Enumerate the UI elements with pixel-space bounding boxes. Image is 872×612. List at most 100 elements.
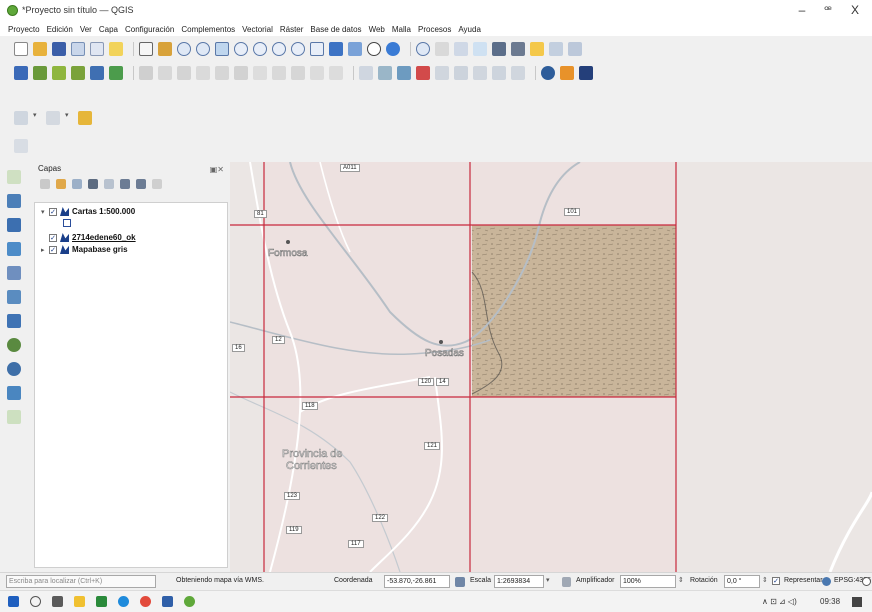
python-console-icon[interactable] xyxy=(560,66,574,80)
field-calculator-icon[interactable] xyxy=(454,42,468,56)
lock-scale-icon[interactable] xyxy=(562,577,571,587)
locator-search-input[interactable]: Escriba para localizar (Ctrl+K) xyxy=(6,575,156,588)
undo-icon[interactable] xyxy=(310,66,324,80)
map-svg[interactable] xyxy=(230,162,872,572)
coordinate-field[interactable]: -53.870,-26.861 xyxy=(384,575,450,588)
manage-map-themes-icon[interactable] xyxy=(72,179,82,189)
style-manager-icon[interactable] xyxy=(109,42,123,56)
filter-expression-icon[interactable] xyxy=(104,179,114,189)
crs-globe-icon[interactable] xyxy=(822,577,831,586)
toggle-editing-icon[interactable] xyxy=(158,66,172,80)
new-bookmark-icon[interactable] xyxy=(549,42,563,56)
clock[interactable]: 09:38 xyxy=(820,597,840,606)
close-button[interactable]: X xyxy=(845,3,865,17)
highlight-labels-icon[interactable] xyxy=(416,66,430,80)
map-tips-icon[interactable] xyxy=(530,42,544,56)
copy-features-icon[interactable] xyxy=(272,66,286,80)
zoom-native-icon[interactable] xyxy=(291,42,305,56)
zoom-in-icon[interactable] xyxy=(177,42,191,56)
save-project-icon[interactable] xyxy=(52,42,66,56)
menu-capa[interactable]: Capa xyxy=(99,25,118,34)
expand-all-icon[interactable] xyxy=(120,179,130,189)
menu-configuracion[interactable]: Configuración xyxy=(125,25,174,34)
add-vector-layer-icon[interactable] xyxy=(52,66,66,80)
data-source-manager-icon[interactable] xyxy=(14,66,28,80)
add-raster-layer-icon[interactable] xyxy=(7,194,21,208)
expand-arrow-icon[interactable]: ▾ xyxy=(41,208,49,216)
scale-dropdown-icon[interactable]: ▾ xyxy=(546,576,550,584)
filter-legend-icon[interactable] xyxy=(88,179,98,189)
rotation-field[interactable]: 0,0 ° xyxy=(724,575,760,588)
add-raster-layer-icon[interactable] xyxy=(71,66,85,80)
layer-item-mapabase[interactable]: ▸ ✓ Mapabase gris xyxy=(41,245,128,254)
add-wms-layer-icon[interactable] xyxy=(109,66,123,80)
system-tray[interactable]: ∧ ⊡ ⊿ ◁) xyxy=(762,597,797,606)
zoom-next-icon[interactable] xyxy=(329,42,343,56)
label-tool-icon[interactable] xyxy=(359,66,373,80)
zoom-full-icon[interactable] xyxy=(234,42,248,56)
measure-icon[interactable] xyxy=(511,42,525,56)
magnifier-field[interactable]: 100% xyxy=(620,575,676,588)
layer-checkbox[interactable]: ✓ xyxy=(49,207,57,216)
zoom-out-icon[interactable] xyxy=(196,42,210,56)
menu-edicion[interactable]: Edición xyxy=(47,25,73,34)
scale-field[interactable]: 1:2693834 xyxy=(494,575,544,588)
menu-malla[interactable]: Malla xyxy=(392,25,411,34)
map-canvas[interactable]: Formosa Posadas Provincia de Corrientes … xyxy=(230,162,872,572)
add-wfs-icon[interactable] xyxy=(7,386,21,400)
add-delimited-text-icon[interactable] xyxy=(7,242,21,256)
magnifier-spin-icon[interactable]: ⇕ xyxy=(678,576,684,584)
search-icon[interactable] xyxy=(30,596,41,607)
store-icon[interactable] xyxy=(96,596,107,607)
menu-proyecto[interactable]: Proyecto xyxy=(8,25,40,34)
menu-base-de-datos[interactable]: Base de datos xyxy=(310,25,361,34)
digitize-icon[interactable] xyxy=(196,66,210,80)
annotation-icon[interactable] xyxy=(568,42,582,56)
menu-ayuda[interactable]: Ayuda xyxy=(458,25,481,34)
new-geopackage-layer-icon[interactable] xyxy=(33,66,47,80)
toggle-extents-icon[interactable] xyxy=(455,577,465,587)
zoom-to-selection-icon[interactable] xyxy=(253,42,267,56)
menu-procesos[interactable]: Procesos xyxy=(418,25,451,34)
georeferencer-icon[interactable] xyxy=(46,111,60,125)
statistical-summary-icon[interactable] xyxy=(492,42,506,56)
layer-checkbox[interactable]: ✓ xyxy=(49,245,57,254)
open-attribute-table-icon[interactable] xyxy=(435,42,449,56)
new-project-icon[interactable] xyxy=(14,42,28,56)
delete-selected-icon[interactable] xyxy=(234,66,248,80)
menu-web[interactable]: Web xyxy=(369,25,385,34)
show-hide-labels-icon[interactable] xyxy=(492,66,506,80)
temporal-controller-icon[interactable] xyxy=(367,42,381,56)
chrome-icon[interactable] xyxy=(140,596,151,607)
pan-map-icon[interactable] xyxy=(139,42,153,56)
move-label-icon[interactable] xyxy=(435,66,449,80)
expand-arrow-icon[interactable]: ▸ xyxy=(41,246,49,254)
add-wcs-icon[interactable] xyxy=(7,362,21,376)
add-postgis-layer-icon[interactable] xyxy=(90,66,104,80)
task-view-icon[interactable] xyxy=(52,596,63,607)
plugin-panel-icon[interactable] xyxy=(579,66,593,80)
file-explorer-icon[interactable] xyxy=(74,596,85,607)
messages-icon[interactable] xyxy=(862,577,871,586)
advanced-digitizing-icon[interactable] xyxy=(14,139,28,153)
add-postgis-icon[interactable] xyxy=(7,314,21,328)
refresh-icon[interactable] xyxy=(386,42,400,56)
paste-features-icon[interactable] xyxy=(291,66,305,80)
label-properties-icon[interactable] xyxy=(511,66,525,80)
windows-start-icon[interactable] xyxy=(8,596,19,607)
cut-features-icon[interactable] xyxy=(253,66,267,80)
render-checkbox[interactable]: ✓ xyxy=(772,577,780,585)
layer-labeling-icon[interactable] xyxy=(378,66,392,80)
new-map-view-icon[interactable] xyxy=(348,42,362,56)
notifications-icon[interactable] xyxy=(852,597,862,607)
add-spatialite-icon[interactable] xyxy=(7,266,21,280)
raster-calculator-icon[interactable] xyxy=(14,111,28,125)
add-wms-icon[interactable] xyxy=(7,338,21,352)
add-virtual-layer-icon[interactable] xyxy=(7,290,21,304)
remove-layer-icon[interactable] xyxy=(152,179,162,189)
new-print-layout-icon[interactable] xyxy=(71,42,85,56)
globe-plugin-icon[interactable] xyxy=(541,66,555,80)
panel-header-buttons[interactable]: ▣✕ xyxy=(210,165,224,174)
redo-icon[interactable] xyxy=(329,66,343,80)
restore-button[interactable]: ꟹ xyxy=(818,3,838,17)
